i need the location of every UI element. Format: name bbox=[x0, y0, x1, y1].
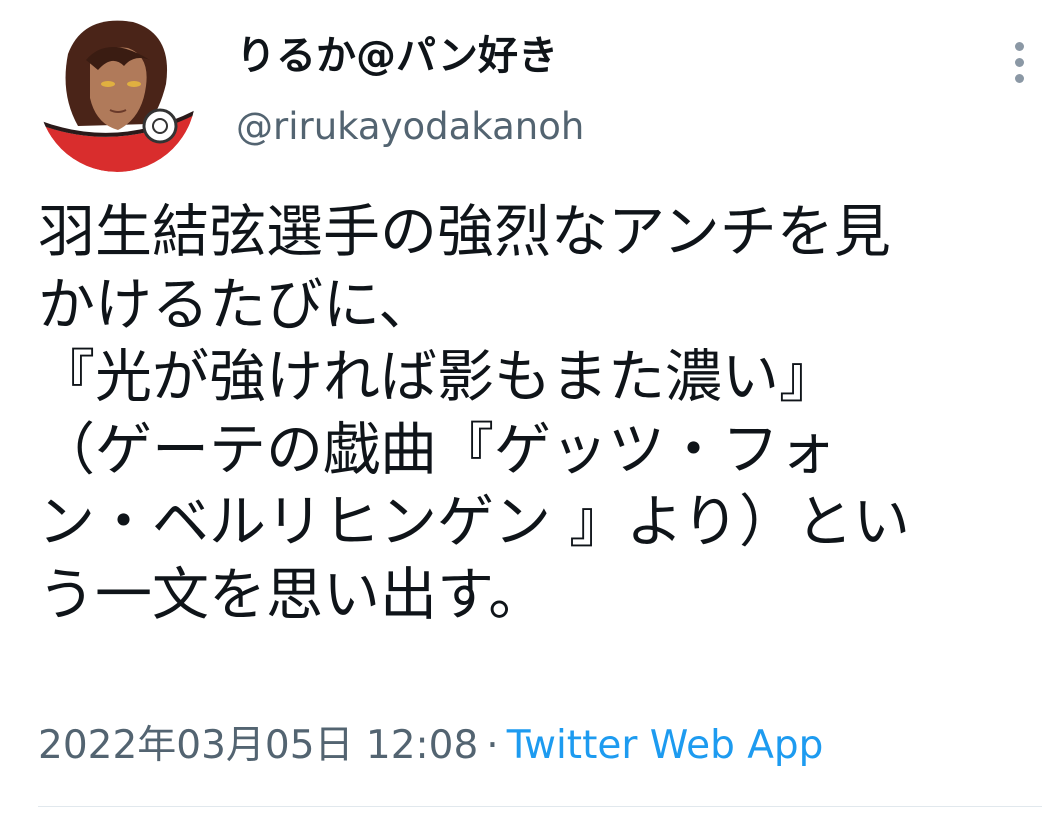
more-vertical-icon[interactable] bbox=[1006, 38, 1034, 86]
tweet-text-line: う一文を思い出す。 bbox=[38, 561, 546, 628]
more-dot bbox=[1015, 74, 1024, 83]
user-avatar-icon[interactable] bbox=[38, 14, 196, 172]
tweet-text-line: （ゲーテの戯曲『ゲッツ・フォ bbox=[38, 416, 836, 483]
more-dot bbox=[1015, 58, 1024, 67]
tweet-text-line: 『光が強ければ影もまた濃い』 bbox=[38, 344, 836, 410]
tweet-source-link[interactable]: Twitter Web App bbox=[507, 723, 824, 768]
divider bbox=[38, 806, 1042, 807]
meta-separator: · bbox=[486, 723, 499, 768]
tweet-timestamp[interactable]: 2022年03月05日 12:08 bbox=[38, 723, 478, 768]
tweet-text-line: かけるたびに、 bbox=[38, 271, 436, 338]
tweet-text: 羽生結弦選手の強烈なアンチを見 かけるたびに、 『光が強ければ影もまた濃い』 （… bbox=[38, 196, 1038, 631]
avatar-image bbox=[38, 14, 196, 172]
author-display-name[interactable]: りるか@パン好き bbox=[236, 36, 558, 76]
more-dot bbox=[1015, 42, 1024, 51]
tweet-text-line: 羽生結弦選手の強烈なアンチを見 bbox=[38, 199, 891, 265]
tweet-meta: 2022年03月05日 12:08 · Twitter Web App bbox=[38, 722, 823, 770]
tweet-text-line: ン・ベルリヒンゲン 』より）とい bbox=[38, 489, 910, 555]
author-handle[interactable]: @rirukayodakanoh bbox=[236, 108, 584, 145]
